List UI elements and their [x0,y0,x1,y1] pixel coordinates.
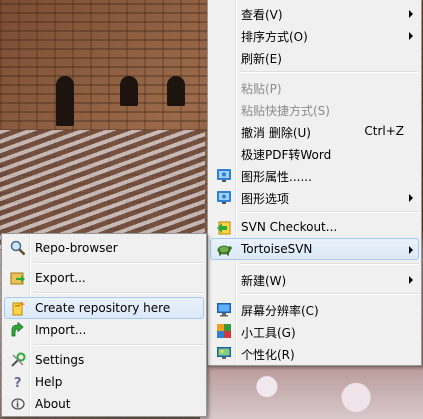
menu-separator [240,263,419,265]
menu-item-screen-resolution[interactable]: 屏幕分辨率(C) [210,298,419,320]
menu-item-paste: 粘贴(P) [210,76,419,98]
menu-item-label: 查看(V) [241,8,283,22]
submenu-item-create-repository[interactable]: Create repository here [4,297,204,319]
menu-item-graphics-properties[interactable]: 图形属性...... [210,164,419,186]
menu-item-label: SVN Checkout... [241,220,338,234]
menu-item-label: 排序方式(O) [241,30,308,44]
menu-item-refresh[interactable]: 刷新(E) [210,46,419,68]
menu-item-label: 个性化(R) [241,348,295,362]
menu-item-label: 极速PDF转Word [241,148,332,162]
svg-text:?: ? [14,376,22,390]
menu-item-gadgets[interactable]: 小工具(G) [210,320,419,342]
menu-item-paste-shortcut: 粘贴快捷方式(S) [210,98,419,120]
menu-item-label: 小工具(G) [241,326,296,340]
personalize-icon [217,347,231,359]
menu-separator [240,211,419,213]
wallpaper-stairs [0,130,205,250]
graphics-options-icon [217,191,231,204]
menu-item-label: Import... [35,323,87,337]
menu-item-label: 撤消 删除(U) [241,126,311,140]
menu-separator [34,292,204,294]
menu-item-label: Settings [35,353,85,367]
wallpaper-window [167,76,185,106]
menu-item-new[interactable]: 新建(W) [210,268,419,290]
menu-item-label: About [35,397,71,411]
menu-separator [240,71,419,73]
export-icon [10,272,25,285]
menu-item-label: Export... [35,271,86,285]
about-icon: i [11,398,25,411]
submenu-item-help[interactable]: ? Help [4,371,204,393]
wallpaper-snow [200,365,423,419]
submenu-arrow-icon [409,276,413,284]
tortoisesvn-submenu: Repo-browser Export... Create repository… [1,233,207,417]
submenu-arrow-icon [409,246,413,254]
graphics-properties-icon [217,169,231,182]
menu-item-pdf-to-word[interactable]: 极速PDF转Word [210,142,419,164]
wallpaper-window [120,76,138,106]
menu-item-label: Create repository here [35,301,171,315]
submenu-item-export[interactable]: Export... [4,267,204,289]
menu-item-tortoisesvn[interactable]: TortoiseSVN [210,238,419,260]
menu-separator [34,262,204,264]
desktop-context-menu: 查看(V) 排序方式(O) 刷新(E) 粘贴(P) 粘贴快捷方式(S) 撤消 删… [207,0,422,366]
menu-item-label: 刷新(E) [241,52,282,66]
menu-item-label: 粘贴快捷方式(S) [241,104,330,118]
menu-item-label: 图形属性...... [241,170,312,184]
help-icon: ? [14,376,22,390]
menu-item-view[interactable]: 查看(V) [210,2,419,24]
import-icon [11,322,24,337]
tortoisesvn-icon [217,245,232,256]
submenu-arrow-icon [409,10,413,18]
svg-text:i: i [16,401,19,411]
settings-icon [11,352,26,367]
menu-item-undo-delete[interactable]: 撤消 删除(U) Ctrl+Z [210,120,419,142]
menu-item-shortcut: Ctrl+Z [364,124,404,138]
menu-item-label: 图形选项 [241,192,290,206]
submenu-item-repo-browser[interactable]: Repo-browser [4,237,204,259]
menu-item-sort-by[interactable]: 排序方式(O) [210,24,419,46]
repo-browser-icon [10,240,26,256]
submenu-item-settings[interactable]: Settings [4,349,204,371]
menu-item-label: 屏幕分辨率(C) [241,304,319,318]
submenu-item-import[interactable]: Import... [4,319,204,341]
menu-item-label: 粘贴(P) [241,82,282,96]
menu-separator [240,293,419,295]
menu-item-label: 新建(W) [241,274,287,288]
svn-checkout-icon [217,221,231,235]
screen-resolution-icon [217,303,231,317]
wallpaper-window [56,76,74,126]
menu-separator [34,344,204,346]
submenu-arrow-icon [409,194,413,202]
menu-item-label: Repo-browser [35,241,118,255]
submenu-arrow-icon [409,32,413,40]
menu-item-label: TortoiseSVN [241,242,313,256]
menu-item-graphics-options[interactable]: 图形选项 [210,186,419,208]
create-repository-icon [12,301,26,316]
menu-item-svn-checkout[interactable]: SVN Checkout... [210,216,419,238]
menu-item-personalize[interactable]: 个性化(R) [210,342,419,364]
menu-item-label: Help [35,375,63,389]
submenu-item-about[interactable]: i About [4,393,204,415]
gadgets-icon [217,324,231,338]
